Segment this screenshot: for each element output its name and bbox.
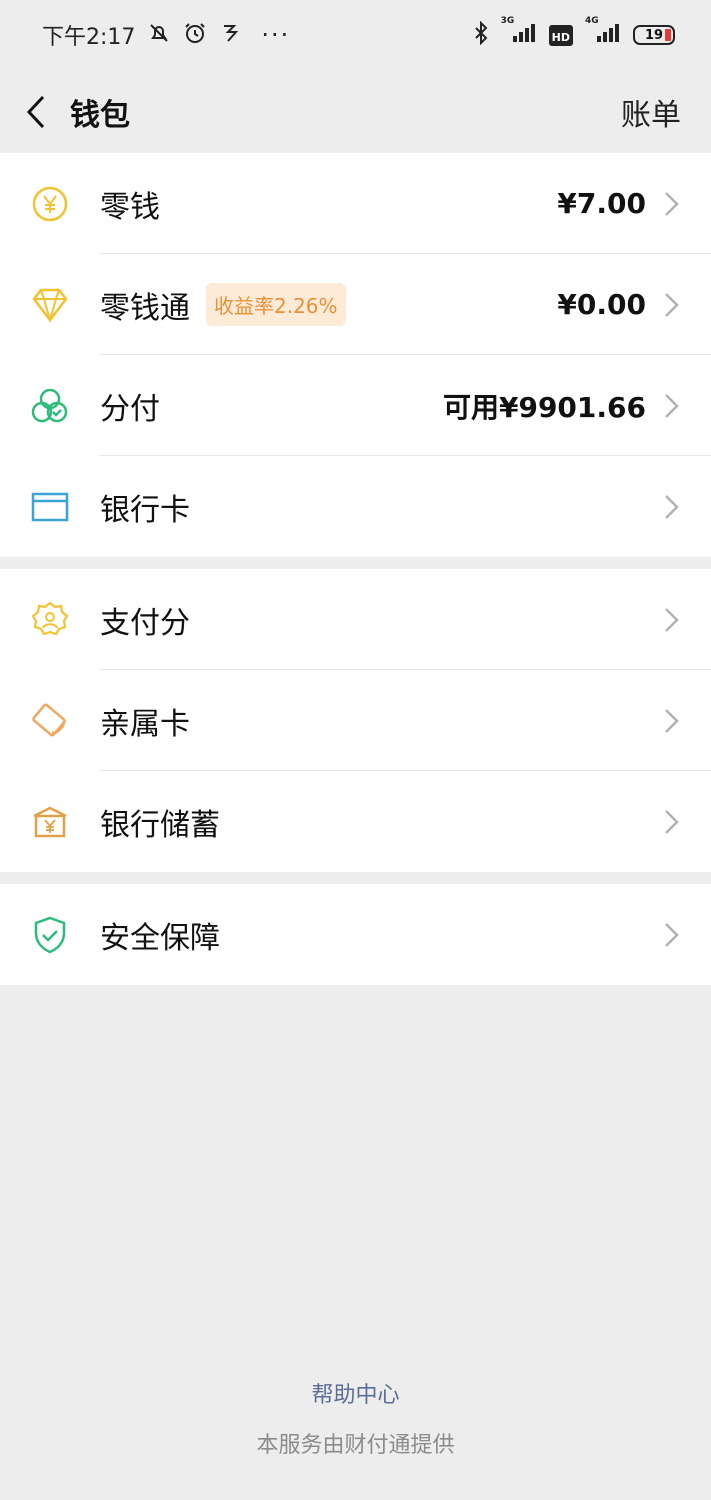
row-label: 银行卡 [100,492,190,528]
battery-icon: 19 [633,25,675,45]
diamond-icon [30,285,70,325]
chevron-left-icon [26,95,45,129]
row-bank-card[interactable]: 银行卡 [0,456,711,557]
back-button[interactable] [22,92,50,132]
wallet-group-security: 安全保障 [0,884,711,985]
chevron-right-icon [665,191,679,216]
chevron-right-icon [665,292,679,317]
service-provider-text: 本服务由财付通提供 [256,1433,455,1458]
bluetooth-icon [473,20,489,49]
page-title: 钱包 [70,98,130,133]
fenfu-available: 可用¥9901.66 [442,390,646,424]
bill-button[interactable]: 账单 [621,90,681,134]
status-bar: 下午2:17 ··· 3G HD 4G 19 [0,0,711,70]
row-change[interactable]: 零钱 ¥7.00 [0,153,711,254]
signal-3g-icon: 3G [501,16,537,48]
bank-savings-icon [30,802,70,842]
nav-bar: 钱包 账单 [0,70,711,154]
row-label: 零钱通 [100,290,190,326]
row-label: 亲属卡 [100,706,190,742]
chevron-right-icon [665,393,679,418]
more-notifications-icon: ··· [261,21,291,49]
row-label: 支付分 [100,605,190,641]
chevron-right-icon [665,494,679,519]
row-family-card[interactable]: 亲属卡 [0,670,711,771]
row-bank-savings[interactable]: 银行储蓄 [0,771,711,872]
pay-score-badge-icon [30,600,70,640]
shield-check-icon [30,915,70,955]
family-card-icon [30,701,70,741]
yield-rate-badge: 收益率2.26% [206,283,346,326]
hd-icon: HD [548,24,573,46]
app-notification-icon [219,22,241,48]
signal-4g-icon: 4G [585,16,621,48]
change-balance: ¥7.00 [557,187,646,220]
circles-check-icon [30,386,70,426]
chevron-right-icon [665,809,679,834]
row-label: 分付 [100,391,160,427]
chevron-right-icon [665,708,679,733]
row-label: 零钱 [100,189,160,225]
lqt-balance: ¥0.00 [557,288,646,321]
alarm-clock-icon [183,21,207,49]
wallet-group-balance: 零钱 ¥7.00 零钱通 收益率2.26% ¥0.00 分付 可用¥9901.6… [0,153,711,557]
mute-bell-icon [147,21,171,49]
row-security[interactable]: 安全保障 [0,884,711,985]
row-label: 安全保障 [100,920,220,956]
chevron-right-icon [665,607,679,632]
bank-card-icon [30,487,70,527]
chevron-right-icon [665,922,679,947]
row-label: 银行储蓄 [100,807,220,843]
row-lqt[interactable]: 零钱通 收益率2.26% ¥0.00 [0,254,711,355]
status-time: 下午2:17 [42,25,136,50]
yuan-coin-icon [30,184,70,224]
wallet-group-services: 支付分 亲属卡 银行储蓄 [0,569,711,872]
row-pay-score[interactable]: 支付分 [0,569,711,670]
help-center-link[interactable]: 帮助中心 [0,1377,711,1409]
row-fenfu[interactable]: 分付 可用¥9901.66 [0,355,711,456]
